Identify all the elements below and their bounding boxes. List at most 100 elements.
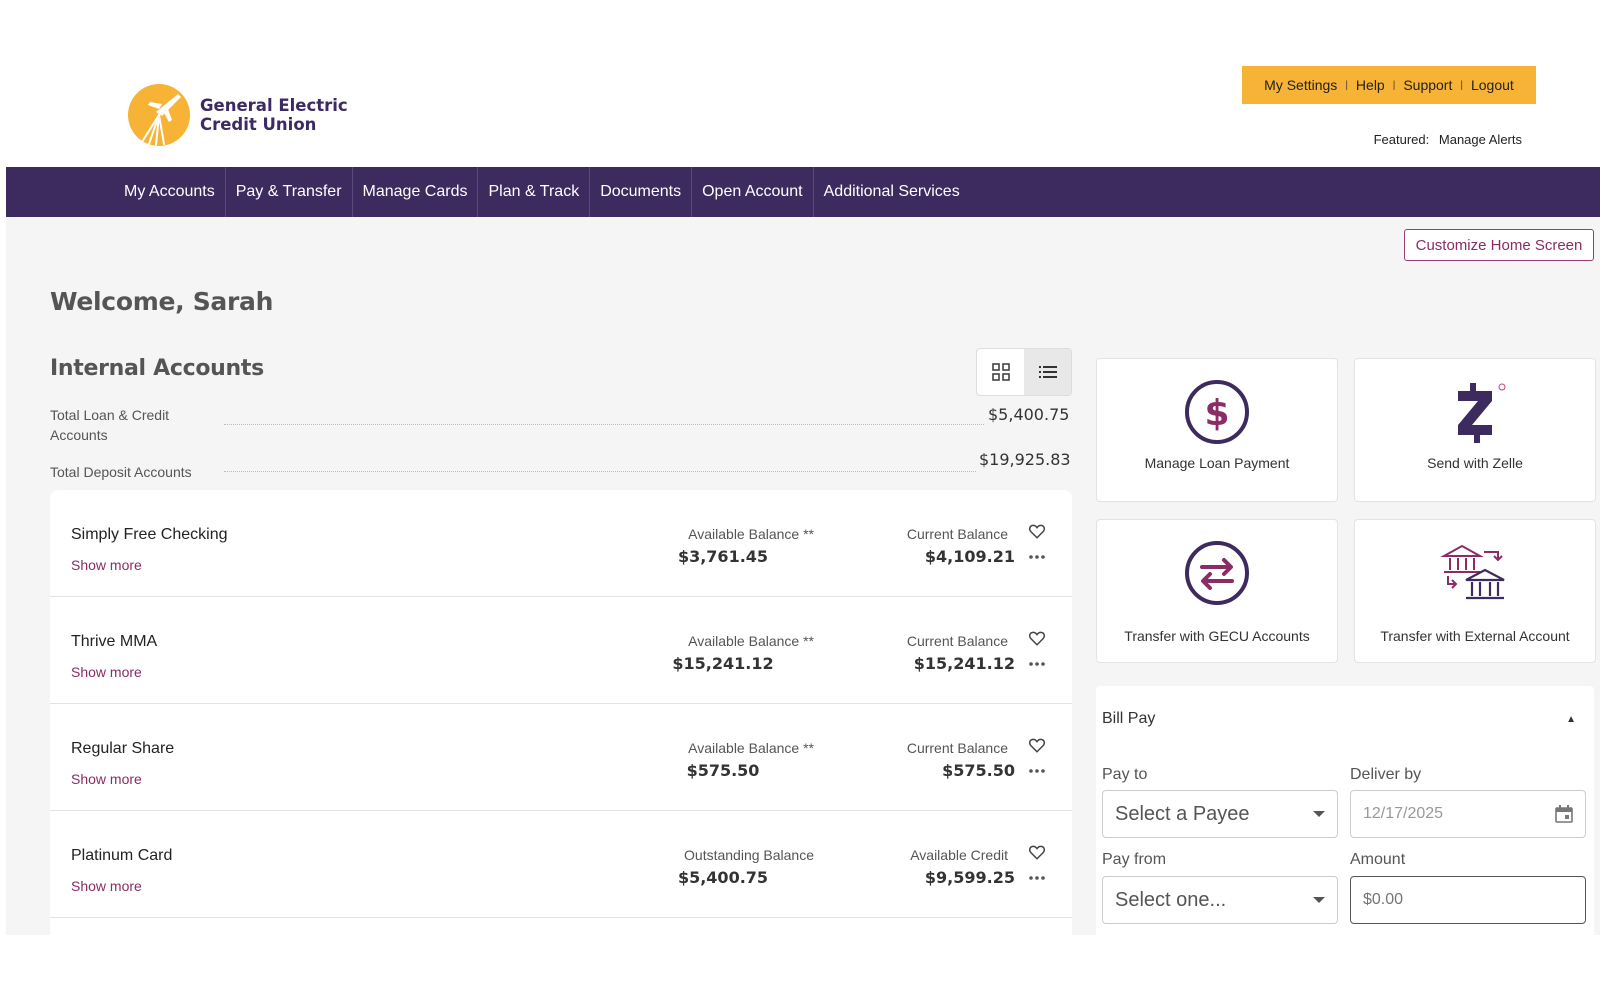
internal-accounts-title: Internal Accounts [50, 356, 264, 381]
balance-value: $3,761.45 [677, 547, 769, 566]
balance-value: $15,241.12 [672, 654, 774, 673]
show-more-link[interactable]: Show more [71, 664, 142, 680]
util-separator: | [1392, 79, 1396, 91]
manage-alerts-link[interactable]: Manage Alerts [1439, 132, 1522, 147]
pay-from-select[interactable]: Select one... [1102, 876, 1338, 924]
balance-value: $5,400.75 [677, 868, 769, 887]
bill-pay-title: Bill Pay [1102, 710, 1156, 727]
support-link[interactable]: Support [1403, 77, 1452, 93]
brand-name-line2: Credit Union [200, 115, 317, 134]
transfer-arrows-icon [1185, 541, 1249, 605]
brand-name-line1: General Electric [200, 96, 348, 115]
current-balance-value: $4,109.21 [924, 547, 1015, 566]
grid-view-button[interactable] [977, 349, 1024, 395]
nav-manage-cards[interactable]: Manage Cards [353, 167, 479, 217]
more-options-icon[interactable] [1028, 766, 1046, 776]
favorite-heart-icon[interactable] [1028, 736, 1046, 754]
account-name[interactable]: Simply Free Checking [71, 526, 228, 544]
bank-transfer-icon [1440, 544, 1505, 600]
amount-input[interactable] [1350, 876, 1586, 924]
deliver-by-date-field[interactable]: 12/17/2025 [1350, 790, 1586, 838]
summary-leader [224, 424, 984, 425]
page: General Electric Credit Union My Setting… [0, 0, 1600, 1000]
tile-label: Transfer with GECU Accounts [1124, 628, 1310, 644]
summary-value-deposit: $19,925.83 [979, 450, 1071, 469]
available-credit-value: $9,599.25 [924, 868, 1015, 887]
nav-documents[interactable]: Documents [590, 167, 693, 217]
favorite-heart-icon[interactable] [1028, 629, 1046, 647]
featured-bar: Featured: Manage Alerts [1374, 132, 1522, 147]
payee-select[interactable]: Select a Payee [1102, 790, 1338, 838]
main-nav: My Accounts Pay & Transfer Manage Cards … [6, 167, 1600, 217]
show-more-link[interactable]: Show more [71, 771, 142, 787]
customize-home-screen-button[interactable]: Customize Home Screen [1404, 229, 1594, 261]
current-balance-label: Current Balance [906, 526, 1008, 542]
featured-label: Featured: [1373, 132, 1430, 147]
nav-plan-track[interactable]: Plan & Track [478, 167, 591, 217]
balance-label: Available Balance ** [688, 740, 814, 756]
show-more-link[interactable]: Show more [71, 878, 142, 894]
amount-label: Amount [1350, 851, 1406, 868]
help-link[interactable]: Help [1356, 77, 1385, 93]
welcome-heading: Welcome, Sarah [50, 287, 274, 316]
nav-pay-transfer[interactable]: Pay & Transfer [226, 167, 353, 217]
main-nav-items: My Accounts Pay & Transfer Manage Cards … [114, 167, 970, 217]
account-name[interactable]: Regular Share [71, 740, 174, 758]
dropdown-caret-icon [1313, 811, 1325, 817]
dropdown-caret-icon [1313, 897, 1325, 903]
deliver-by-date-value: 12/17/2025 [1363, 805, 1444, 822]
logo-mark-icon [128, 84, 190, 146]
summary-leader [224, 471, 976, 472]
summary-value-loan-credit: $5,400.75 [988, 405, 1070, 424]
summary-label-loan-credit: Total Loan & Credit Accounts [50, 407, 170, 443]
favorite-heart-icon[interactable] [1028, 843, 1046, 861]
nav-open-account[interactable]: Open Account [692, 167, 814, 217]
bill-pay-panel: Bill Pay ▲ Pay to Select a Payee Deliver… [1096, 686, 1594, 935]
tile-transfer-gecu-accounts[interactable]: Transfer with GECU Accounts [1096, 519, 1338, 663]
my-settings-link[interactable]: My Settings [1264, 77, 1337, 93]
tile-label: Manage Loan Payment [1144, 455, 1290, 471]
balance-label: Outstanding Balance [684, 847, 814, 863]
list-icon [1038, 366, 1057, 378]
account-name[interactable]: Thrive MMA [71, 633, 157, 651]
svg-text:$: $ [1204, 393, 1229, 434]
account-row: Platinum Card Show more Outstanding Bala… [50, 811, 1072, 918]
show-more-link[interactable]: Show more [71, 557, 142, 573]
available-credit-label: Available Credit [910, 847, 1008, 863]
pay-from-label: Pay from [1102, 851, 1167, 868]
payee-select-value: Select a Payee [1115, 802, 1250, 825]
balance-label: Available Balance ** [688, 526, 814, 542]
account-list: Simply Free Checking Show more Available… [50, 490, 1072, 935]
tile-label: Send with Zelle [1427, 455, 1523, 471]
util-separator: | [1345, 79, 1348, 91]
balance-label: Available Balance ** [688, 633, 814, 649]
nav-my-accounts[interactable]: My Accounts [114, 167, 226, 217]
util-separator: | [1460, 79, 1463, 91]
dollar-circle-icon: $ [1185, 380, 1249, 444]
collapse-caret-icon[interactable]: ▲ [1566, 714, 1576, 725]
more-options-icon[interactable] [1028, 659, 1046, 669]
account-row: Thrive MMA Show more Available Balance *… [50, 597, 1072, 704]
tile-manage-loan-payment[interactable]: $ Manage Loan Payment [1096, 358, 1338, 502]
view-toggle [976, 348, 1072, 396]
pay-from-select-value: Select one... [1115, 888, 1227, 911]
favorite-heart-icon[interactable] [1028, 522, 1046, 540]
balance-value: $575.50 [686, 761, 760, 780]
tile-label: Transfer with External Account [1380, 628, 1570, 644]
nav-additional-services[interactable]: Additional Services [814, 167, 970, 217]
list-view-button[interactable] [1024, 349, 1071, 395]
current-balance-value: $575.50 [942, 761, 1015, 780]
logout-link[interactable]: Logout [1471, 77, 1514, 93]
zelle-icon [1458, 383, 1506, 443]
tile-send-with-zelle[interactable]: Send with Zelle [1354, 358, 1596, 502]
gecu-logo[interactable]: General Electric Credit Union [126, 82, 348, 148]
account-row: Simply Free Checking Show more Available… [50, 490, 1072, 597]
more-options-icon[interactable] [1028, 552, 1046, 562]
utility-nav: My Settings | Help | Support | Logout [1242, 66, 1536, 104]
tile-transfer-external-account[interactable]: Transfer with External Account [1354, 519, 1596, 663]
pay-to-label: Pay to [1102, 766, 1148, 783]
calendar-icon[interactable] [1555, 805, 1573, 823]
account-name[interactable]: Platinum Card [71, 847, 172, 865]
account-row: Regular Share Show more Available Balanc… [50, 704, 1072, 811]
more-options-icon[interactable] [1028, 873, 1046, 883]
